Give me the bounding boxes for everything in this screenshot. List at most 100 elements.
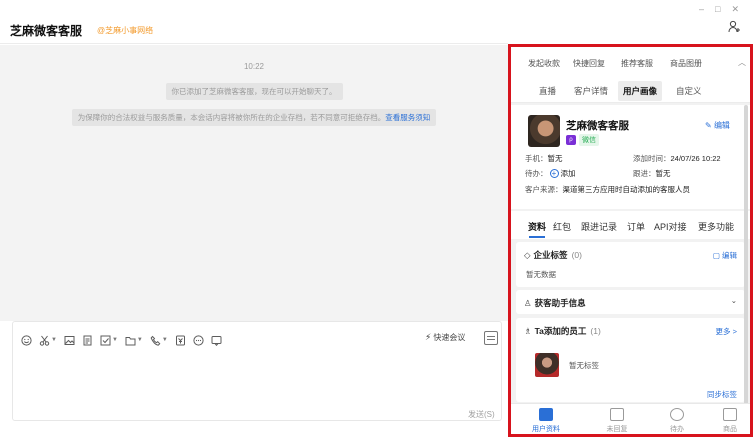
- employees-count: (1): [590, 326, 601, 336]
- edit-profile-label: 编辑: [713, 121, 730, 130]
- person-icon: ♙: [524, 297, 532, 308]
- enterprise-tags-count: (0): [571, 250, 582, 260]
- chat-title: 芝麻微客客服: [10, 24, 83, 38]
- image-icon[interactable]: [64, 332, 75, 348]
- edit-icon: ▢: [712, 251, 720, 260]
- edit-profile-button[interactable]: ✎ 编辑: [705, 120, 730, 131]
- employee-tag: 暂无标签: [569, 361, 599, 370]
- message-area[interactable]: 10:22 你已添加了芝麻微客客服，现在可以开始聊天了。 为保障你的合法权益与服…: [0, 45, 508, 321]
- acquisition-title: ♙ 获客助手信息: [524, 297, 586, 309]
- enterprise-tags-empty: 暂无数据: [526, 270, 556, 279]
- add-todo-link[interactable]: 添加: [561, 169, 576, 178]
- source-value: 渠道第三方应用时自动添加的客服人员: [562, 185, 691, 194]
- add-user-icon[interactable]: [728, 20, 741, 36]
- added-time-row: 添加时间：24/07/26 10:22: [633, 153, 721, 164]
- employees-card: ♗ Ta添加的员工 (1) 更多 > 暂无标签 同步标签: [516, 318, 745, 402]
- chat-bubble-icon[interactable]: [211, 332, 222, 348]
- source-label: 客户来源：: [525, 185, 563, 194]
- minimize-button[interactable]: –: [699, 4, 704, 15]
- edit-tags-button[interactable]: ▢ 编辑: [713, 250, 737, 261]
- close-button[interactable]: ✕: [731, 4, 739, 15]
- scrollbar[interactable]: [744, 105, 748, 405]
- avatar: [528, 115, 560, 147]
- follow-label: 跟进：: [633, 169, 656, 178]
- system-message: 你已添加了芝麻微客客服，现在可以开始聊天了。: [0, 83, 508, 100]
- tab-recommend-agent[interactable]: 推荐客服: [621, 58, 653, 69]
- nav-products-label: 商品: [723, 426, 737, 433]
- acquisition-title-text: 获客助手信息: [534, 298, 586, 308]
- acquisition-card[interactable]: ♙ 获客助手信息 ⌄: [516, 290, 745, 314]
- edit-tags-label: 编辑: [722, 251, 737, 260]
- service-notice-link[interactable]: 查看服务须知: [385, 113, 430, 122]
- tool-tabs: 发起收款 快捷回复 推荐客服 商品图册 ︿: [511, 47, 750, 73]
- todo-label: 待办：: [525, 169, 548, 178]
- file-icon[interactable]: [82, 332, 93, 348]
- tab-more-features[interactable]: 更多功能: [698, 220, 734, 233]
- tab-product-album[interactable]: 商品图册: [670, 58, 702, 69]
- sync-tags-button[interactable]: 同步标签: [707, 389, 737, 400]
- phone-icon[interactable]: ▼: [150, 332, 168, 348]
- more-employees-button[interactable]: 更多 >: [716, 326, 737, 337]
- tab-quick-reply[interactable]: 快捷回复: [573, 58, 605, 69]
- send-button[interactable]: 发送(S): [468, 409, 495, 420]
- nav-unreplied-label: 未回复: [606, 426, 628, 433]
- chevron-up-icon[interactable]: ︿: [738, 57, 746, 68]
- phone-value: 暂无: [547, 154, 563, 163]
- tab-live[interactable]: 直播: [539, 85, 556, 97]
- todo-icon: [670, 408, 684, 421]
- tab-collect-payment[interactable]: 发起收款: [528, 58, 560, 69]
- composer-toolbar: ▼ ▼ ▼ ▼: [21, 331, 229, 349]
- nav-products[interactable]: 商品: [710, 408, 750, 434]
- tab-info[interactable]: 资料: [528, 220, 546, 238]
- follow-value: 暂无: [655, 169, 671, 178]
- maximize-button[interactable]: □: [715, 4, 720, 15]
- folder-icon[interactable]: ▼: [125, 332, 143, 348]
- employees-title: ♗ Ta添加的员工 (1): [524, 325, 601, 337]
- checkbox-icon[interactable]: ▼: [100, 332, 118, 348]
- customer-sidebar: 发起收款 快捷回复 推荐客服 商品图册 ︿ 直播 客户详情 用户画像 自定义 芝…: [508, 44, 753, 437]
- quick-meeting-label: 快速会议: [433, 333, 466, 342]
- customer-badges: ρ 微信: [566, 134, 599, 146]
- added-time-label: 添加时间：: [633, 154, 671, 163]
- enterprise-tags-title: ◇ 企业标签 (0): [524, 249, 582, 261]
- enterprise-tags-card: ◇ 企业标签 (0) ▢ 编辑 暂无数据: [516, 242, 745, 287]
- tag-badge-icon: ρ: [566, 135, 576, 145]
- quick-meeting-button[interactable]: ⚡ 快速会议: [425, 332, 465, 343]
- box-icon: [723, 408, 737, 421]
- nav-todo[interactable]: 待办: [657, 408, 697, 434]
- nav-user-info-label: 用户资料: [532, 426, 560, 433]
- archive-notice-text: 为保障你的合法权益与服务质量，本会话内容将被你所在的企业存档，若不同意可拒绝存档…: [77, 113, 386, 122]
- chat-header: 芝麻微客客服 @芝麻小事网络: [0, 0, 508, 44]
- tab-user-portrait[interactable]: 用户画像: [618, 81, 663, 101]
- tab-api[interactable]: API对接: [654, 220, 687, 233]
- nav-todo-label: 待办: [670, 426, 684, 433]
- message-composer[interactable]: ▼ ▼ ▼ ▼ ⚡ 快速会议 发送(S): [12, 321, 502, 421]
- nav-unreplied[interactable]: 未回复: [597, 408, 637, 434]
- screenshot-icon[interactable]: ▼: [39, 332, 57, 348]
- tab-custom[interactable]: 自定义: [676, 85, 702, 97]
- chevron-down-icon[interactable]: ⌄: [731, 296, 737, 305]
- follow-row: 跟进：暂无: [633, 168, 671, 179]
- employees-title-text: Ta添加的员工: [534, 326, 587, 336]
- red-packet-icon[interactable]: [175, 332, 186, 348]
- system-message: 为保障你的合法权益与服务质量，本会话内容将被你所在的企业存档，若不同意可拒绝存档…: [0, 109, 508, 126]
- edit-icon: ✎: [705, 121, 712, 130]
- tab-customer-detail[interactable]: 客户详情: [574, 85, 608, 97]
- tag-icon: ◇: [524, 249, 531, 260]
- chat-icon: [610, 408, 624, 421]
- phone-label: 手机：: [525, 154, 548, 163]
- people-icon: ♗: [524, 325, 532, 336]
- sidebar-toggle-icon[interactable]: [484, 331, 498, 345]
- detail-tabs: 直播 客户详情 用户画像 自定义: [511, 73, 750, 103]
- tab-orders[interactable]: 订单: [627, 220, 645, 233]
- nav-user-info[interactable]: 用户资料: [526, 408, 566, 434]
- tab-follow-record[interactable]: 跟进记录: [581, 220, 617, 233]
- more-icon[interactable]: [193, 332, 204, 348]
- lightning-icon: ⚡: [425, 332, 432, 342]
- add-todo-icon[interactable]: +: [549, 169, 559, 178]
- customer-name: 芝麻微客客服: [566, 120, 629, 132]
- emoji-icon[interactable]: [21, 332, 32, 348]
- profile-tabs: 资料 红包 跟进记录 订单 API对接 更多功能: [511, 211, 750, 239]
- source-row: 客户来源：渠道第三方应用时自动添加的客服人员: [525, 184, 690, 195]
- tab-red-packet[interactable]: 红包: [553, 220, 571, 233]
